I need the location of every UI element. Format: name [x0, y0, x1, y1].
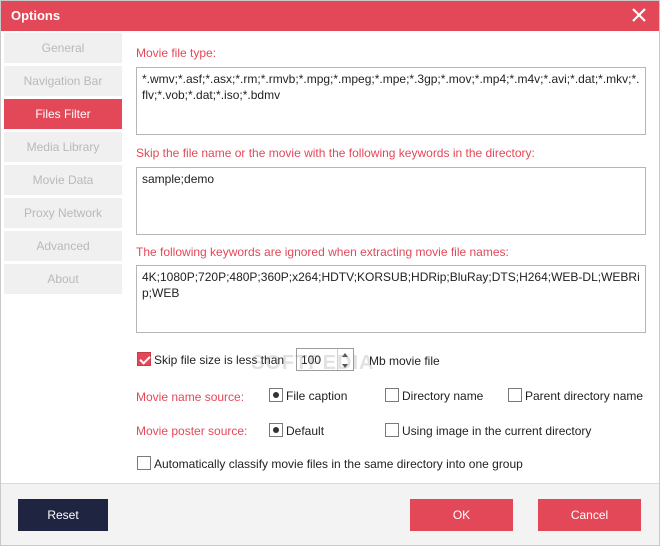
- cancel-button[interactable]: Cancel: [538, 499, 641, 531]
- movie-file-type-label: Movie file type:: [136, 46, 217, 60]
- name-source-label: Movie name source:: [136, 390, 245, 404]
- ok-button[interactable]: OK: [410, 499, 513, 531]
- skip-keywords-field[interactable]: sample;demo: [136, 167, 646, 235]
- sidebar-item-files-filter[interactable]: Files Filter: [4, 99, 122, 129]
- name-source-directory-name-checkbox[interactable]: [385, 388, 399, 402]
- name-source-parent-directory-checkbox[interactable]: [508, 388, 522, 402]
- name-source-file-caption-radio[interactable]: [269, 388, 283, 402]
- sidebar-item-proxy-network[interactable]: Proxy Network: [4, 198, 122, 228]
- poster-source-label: Movie poster source:: [136, 424, 248, 438]
- softpedia-watermark: SOFTPEDIA: [251, 352, 375, 374]
- options-dialog: Options General Navigation Bar Files Fil…: [0, 0, 660, 546]
- skip-keywords-label: Skip the file name or the movie with the…: [136, 146, 535, 160]
- reset-button[interactable]: Reset: [18, 499, 108, 531]
- skip-size-checkbox[interactable]: [137, 352, 151, 366]
- poster-source-default-label: Default: [286, 424, 325, 438]
- auto-classify-checkbox[interactable]: [137, 456, 151, 470]
- sidebar-item-about[interactable]: About: [4, 264, 122, 294]
- name-source-parent-directory-label: Parent directory name: [525, 389, 644, 403]
- name-source-file-caption-label: File caption: [286, 389, 348, 403]
- title-bar: Options: [1, 1, 659, 31]
- sidebar-item-general[interactable]: General: [4, 33, 122, 63]
- ignored-keywords-field[interactable]: 4K;1080P;720P;480P;360P;x264;HDTV;KORSUB…: [136, 265, 646, 333]
- footer: Reset OK Cancel: [1, 484, 659, 545]
- sidebar-item-movie-data[interactable]: Movie Data: [4, 165, 122, 195]
- movie-file-type-field[interactable]: *.wmv;*.asf;*.asx;*.rm;*.rmvb;*.mpg;*.mp…: [136, 67, 646, 135]
- ignored-keywords-label: The following keywords are ignored when …: [136, 245, 509, 259]
- sidebar-item-media-library[interactable]: Media Library: [4, 132, 122, 162]
- sidebar-item-navigation-bar[interactable]: Navigation Bar: [4, 66, 122, 96]
- window-title: Options: [11, 8, 61, 23]
- name-source-directory-name-label: Directory name: [402, 389, 484, 403]
- poster-source-default-radio[interactable]: [269, 423, 283, 437]
- close-icon[interactable]: [631, 7, 647, 23]
- sidebar-item-advanced[interactable]: Advanced: [4, 231, 122, 261]
- poster-source-current-dir-label: Using image in the current directory: [402, 424, 592, 438]
- poster-source-current-dir-checkbox[interactable]: [385, 423, 399, 437]
- auto-classify-label: Automatically classify movie files in th…: [154, 457, 523, 471]
- skip-size-unit: Mb movie file: [369, 354, 440, 368]
